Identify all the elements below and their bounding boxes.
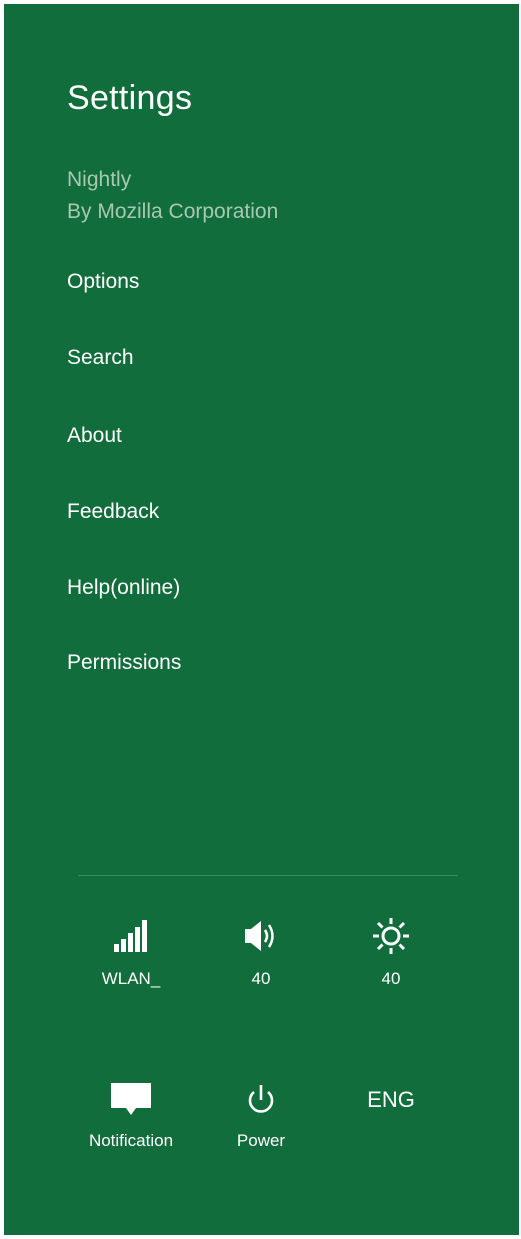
panel-title: Settings <box>67 79 193 117</box>
quick-settings-divider <box>78 875 458 876</box>
app-name: Nightly <box>67 168 132 191</box>
menu-item-options[interactable]: Options <box>67 268 181 296</box>
volume-tile[interactable]: 40 <box>201 916 321 990</box>
sun-icon <box>331 916 451 956</box>
menu-item-feedback[interactable]: Feedback <box>67 498 181 526</box>
notification-label: Notification <box>88 1131 174 1150</box>
menu-item-help-online[interactable]: Help(online) <box>67 574 181 602</box>
signal-bars-icon <box>71 916 191 956</box>
volume-label: 40 <box>251 969 271 988</box>
menu-item-search[interactable]: Search <box>67 344 181 372</box>
power-icon <box>201 1080 321 1120</box>
power-tile[interactable]: Power <box>201 1080 321 1152</box>
speaker-icon <box>201 916 321 956</box>
settings-charm-panel: Settings Nightly By Mozilla Corporation … <box>4 4 519 1235</box>
notification-icon <box>71 1080 191 1120</box>
keyboard-language-tile[interactable]: ENG <box>331 1080 451 1120</box>
keyboard-language-indicator: ENG <box>331 1080 451 1120</box>
menu-item-about[interactable]: About <box>67 422 181 450</box>
menu-item-permissions[interactable]: Permissions <box>67 649 181 677</box>
power-label: Power <box>236 1131 286 1150</box>
app-publisher: By Mozilla Corporation <box>67 200 279 223</box>
network-tile[interactable]: WLAN_ <box>71 916 191 990</box>
app-info: Nightly By Mozilla Corporation <box>67 164 278 228</box>
keyboard-language-label: ENG <box>367 1087 415 1112</box>
brightness-label: 40 <box>381 969 401 988</box>
network-label: WLAN_ <box>101 969 161 988</box>
brightness-tile[interactable]: 40 <box>331 916 451 990</box>
notification-tile[interactable]: Notification <box>71 1080 191 1152</box>
settings-menu: Options Search About Feedback Help(onlin… <box>67 268 181 725</box>
